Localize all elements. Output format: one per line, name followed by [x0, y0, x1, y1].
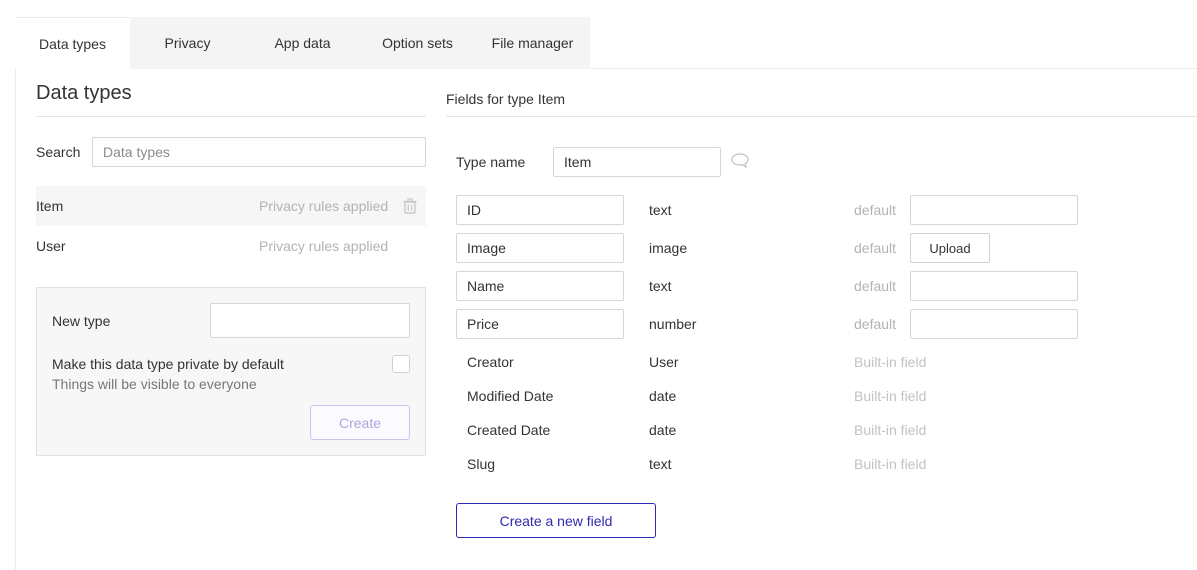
field-type: User [649, 354, 679, 370]
type-row-item[interactable]: Item Privacy rules applied [36, 186, 426, 226]
field-name: Creator [467, 354, 514, 370]
builtin-label: Built-in field [854, 456, 927, 472]
right-divider [446, 116, 1197, 117]
private-default-label: Make this data type private by default [52, 356, 284, 372]
trash-icon[interactable] [402, 198, 418, 214]
default-label: default [854, 316, 897, 332]
tab-divider [590, 68, 1197, 69]
field-name: Modified Date [467, 388, 554, 404]
field-row-price: number default [456, 309, 1197, 339]
default-value-input[interactable] [910, 309, 1078, 339]
field-type: text [649, 456, 672, 472]
default-label: default [854, 202, 897, 218]
privacy-status: Privacy rules applied [259, 238, 389, 254]
field-name: Created Date [467, 422, 551, 438]
builtin-row-created-date: Created Date date Built-in field [456, 415, 1197, 445]
tab-privacy[interactable]: Privacy [130, 17, 245, 69]
tab-app-data[interactable]: App data [245, 17, 360, 69]
builtin-row-modified-date: Modified Date date Built-in field [456, 381, 1197, 411]
type-row-user[interactable]: User Privacy rules applied [36, 226, 426, 266]
tab-data-types[interactable]: Data types [15, 17, 130, 69]
type-name: Item [36, 198, 64, 214]
tab-file-manager[interactable]: File manager [475, 17, 590, 69]
field-name-input[interactable] [456, 309, 624, 339]
field-row-image: image default Upload [456, 233, 1197, 263]
default-label: default [854, 278, 897, 294]
type-name-label: Type name [456, 154, 526, 170]
type-name-input[interactable] [553, 147, 721, 177]
field-type: image [649, 240, 688, 256]
type-name: User [36, 238, 66, 254]
builtin-label: Built-in field [854, 422, 927, 438]
data-tabs: Data types Privacy App data Option sets … [15, 17, 590, 69]
comment-icon[interactable] [730, 152, 750, 170]
field-type: text [649, 202, 672, 218]
new-type-input[interactable] [210, 303, 410, 338]
field-type: date [649, 388, 677, 404]
privacy-status: Privacy rules applied [259, 198, 389, 214]
search-label: Search [36, 144, 81, 160]
private-default-hint: Things will be visible to everyone [52, 376, 257, 392]
field-name-input[interactable] [456, 271, 624, 301]
field-name-input[interactable] [456, 233, 624, 263]
create-type-button[interactable]: Create [310, 405, 410, 440]
field-type: date [649, 422, 677, 438]
new-type-panel: New type Make this data type private by … [36, 287, 426, 456]
builtin-row-slug: Slug text Built-in field [456, 449, 1197, 479]
field-type: text [649, 278, 672, 294]
upload-button[interactable]: Upload [910, 233, 990, 263]
default-value-input[interactable] [910, 195, 1078, 225]
default-label: default [854, 240, 897, 256]
field-name-input[interactable] [456, 195, 624, 225]
field-type: number [649, 316, 697, 332]
builtin-label: Built-in field [854, 354, 927, 370]
left-divider [36, 116, 426, 117]
data-types-title: Data types [36, 82, 132, 104]
tab-option-sets[interactable]: Option sets [360, 17, 475, 69]
create-new-field-button[interactable]: Create a new field [456, 503, 656, 538]
fields-title: Fields for type Item [446, 91, 566, 107]
new-type-label: New type [52, 313, 111, 329]
search-input[interactable] [92, 137, 426, 167]
builtin-row-creator: Creator User Built-in field [456, 347, 1197, 377]
default-value-input[interactable] [910, 271, 1078, 301]
builtin-label: Built-in field [854, 388, 927, 404]
field-name: Slug [467, 456, 496, 472]
field-row-name: text default [456, 271, 1197, 301]
field-row-id: text default [456, 195, 1197, 225]
private-default-checkbox[interactable] [392, 355, 410, 373]
